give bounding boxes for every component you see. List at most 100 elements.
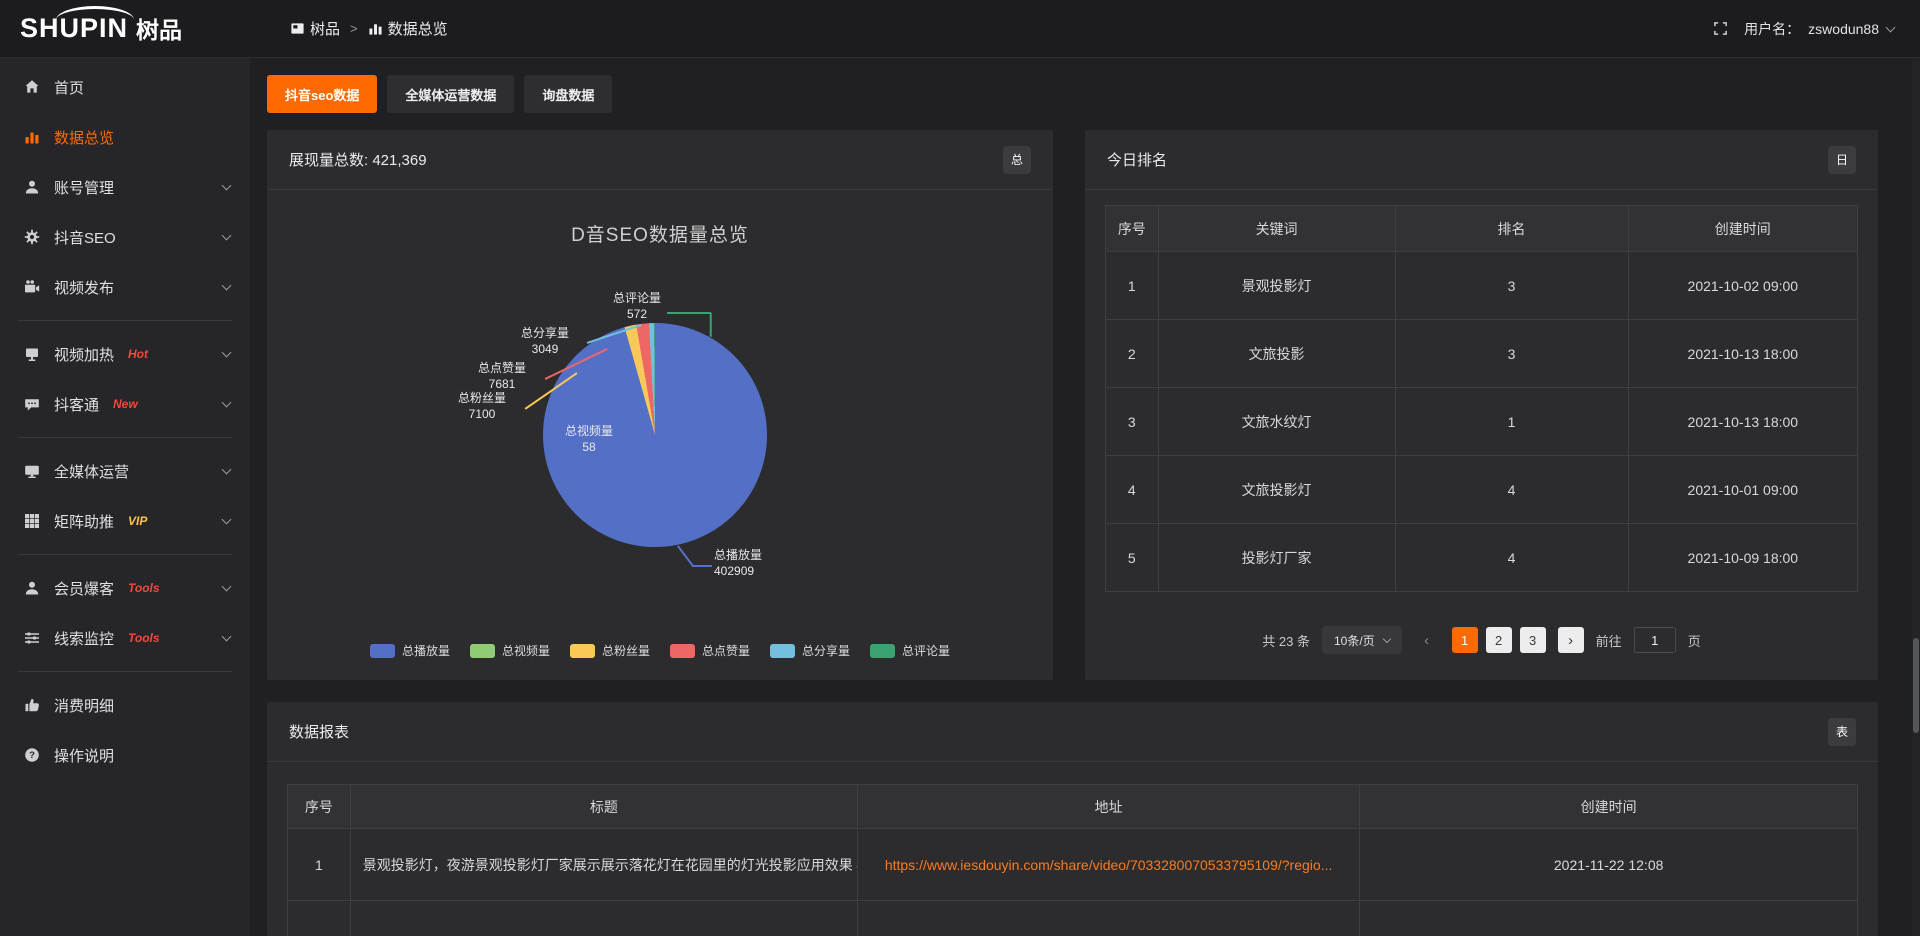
day-badge-button[interactable]: 日	[1828, 146, 1856, 174]
tab-2[interactable]: 询盘数据	[524, 75, 612, 113]
sidebar-item-label: 全媒体运营	[54, 461, 129, 482]
column-header: 关键词	[1158, 206, 1395, 252]
user-menu[interactable]: 用户名： zswodun88	[1744, 19, 1894, 39]
chevron-down-icon	[222, 230, 232, 240]
table-cell: 1	[1106, 252, 1159, 320]
table-cell	[857, 901, 1359, 936]
sidebar-item-home[interactable]: 首页	[0, 62, 250, 112]
home-icon	[24, 79, 40, 95]
legend-label: 总点赞量	[702, 642, 750, 659]
sidebar-divider	[18, 671, 232, 672]
report-table-header: 序号标题地址创建时间	[288, 785, 1858, 829]
sidebar-item-heat[interactable]: 视频加热Hot	[0, 329, 250, 379]
tab-1[interactable]: 全媒体运营数据	[387, 75, 514, 113]
chevron-down-icon	[222, 581, 232, 591]
legend-swatch	[570, 644, 595, 658]
total-badge-button[interactable]: 总	[1003, 146, 1031, 174]
sidebar-item-chart[interactable]: 数据总览	[0, 112, 250, 162]
ranking-table-header: 序号关键词排名创建时间	[1106, 206, 1858, 252]
heat-icon	[24, 346, 40, 362]
video-icon	[24, 279, 40, 295]
sidebar-item-sliders[interactable]: 线索监控Tools	[0, 613, 250, 663]
page-button-3[interactable]: 3	[1520, 627, 1546, 653]
table-cell: 投影灯厂家	[1158, 524, 1395, 592]
legend-item-总播放量[interactable]: 总播放量	[370, 642, 450, 659]
legend-item-总分享量[interactable]: 总分享量	[770, 642, 850, 659]
page-size-select[interactable]: 10条/页	[1322, 626, 1402, 654]
pie-label-line	[677, 545, 693, 566]
pie-label-总点赞量: 总点赞量7681	[442, 360, 562, 392]
goto-label: 前往	[1596, 631, 1622, 650]
data-report-panel: 数据报表 表 序号标题地址创建时间 1景观投影灯，夜游景观投影灯厂家展示展示落花…	[267, 702, 1878, 936]
chart-legend: 总播放量 总视频量 总粉丝量 总点赞量 总分享量 总评论量	[267, 642, 1053, 659]
prev-page-button[interactable]: ‹	[1414, 627, 1440, 653]
chart-panel-header: 展现量总数: 421,369 总	[267, 130, 1053, 190]
sidebar-item-user[interactable]: 账号管理	[0, 162, 250, 212]
sidebar-divider	[18, 554, 232, 555]
chevron-down-icon	[222, 514, 232, 524]
table-cell: 2021-10-01 09:00	[1628, 456, 1857, 524]
column-header: 创建时间	[1628, 206, 1857, 252]
table-cell: 文旅投影灯	[1158, 456, 1395, 524]
scrollbar-thumb[interactable]	[1913, 638, 1919, 733]
legend-item-总视频量[interactable]: 总视频量	[470, 642, 550, 659]
legend-label: 总分享量	[802, 642, 850, 659]
page-button-1[interactable]: 1	[1452, 627, 1478, 653]
sidebar-item-question[interactable]: ? 操作说明	[0, 730, 250, 780]
legend-label: 总视频量	[502, 642, 550, 659]
table-row: 4文旅投影灯42021-10-01 09:00	[1106, 456, 1858, 524]
sidebar-item-label: 矩阵助推	[54, 511, 114, 532]
legend-item-总评论量[interactable]: 总评论量	[870, 642, 950, 659]
sidebar-item-label: 抖客通	[54, 394, 99, 415]
top-header: SHUPIN 树品 树品 > 数据总览 用户名： zswodun88	[0, 0, 1920, 58]
table-badge-button[interactable]: 表	[1828, 718, 1856, 746]
username: zswodun88	[1808, 21, 1879, 37]
logo-text-cn: 树品	[136, 18, 182, 42]
sidebar-item-monitor[interactable]: 全媒体运营	[0, 446, 250, 496]
next-page-button[interactable]: ›	[1558, 627, 1584, 653]
column-header: 序号	[288, 785, 351, 829]
sidebar-item-chat[interactable]: 抖客通New	[0, 379, 250, 429]
sidebar-item-thumb[interactable]: 消费明细	[0, 680, 250, 730]
sidebar-nav: 首页数据总览账号管理抖音SEO 视频发布视频加热Hot抖客通New 全媒体运营矩阵助…	[0, 62, 250, 780]
sidebar-item-grid[interactable]: 矩阵助推VIP	[0, 496, 250, 546]
table-cell: 2021-10-13 18:00	[1628, 320, 1857, 388]
breadcrumb-item-overview[interactable]: 数据总览	[368, 18, 448, 39]
chat-icon	[24, 396, 40, 412]
table-cell: 文旅投影	[1158, 320, 1395, 388]
video-link[interactable]: https://www.iesdouyin.com/share/video/70…	[885, 857, 1333, 873]
chevron-down-icon	[222, 631, 232, 641]
page-button-2[interactable]: 2	[1486, 627, 1512, 653]
sidebar-item-user[interactable]: 会员爆客Tools	[0, 563, 250, 613]
question-icon: ?	[24, 747, 40, 763]
legend-item-总粉丝量[interactable]: 总粉丝量	[570, 642, 650, 659]
user-icon	[24, 179, 40, 195]
table-cell: 2021-10-13 18:00	[1628, 388, 1857, 456]
docgrid-icon	[290, 21, 305, 36]
username-label: 用户名：	[1744, 19, 1800, 39]
sidebar-item-label: 操作说明	[54, 745, 114, 766]
table-row: 1景观投影灯32021-10-02 09:00	[1106, 252, 1858, 320]
chevron-down-icon	[222, 180, 232, 190]
fullscreen-icon[interactable]	[1713, 21, 1728, 36]
sidebar-item-gear[interactable]: 抖音SEO	[0, 212, 250, 262]
column-header: 标题	[350, 785, 857, 829]
legend-label: 总评论量	[902, 642, 950, 659]
chevron-down-icon	[222, 464, 232, 474]
table-cell: 2021-11-22 12:08	[1360, 829, 1858, 901]
data-tabs: 抖音seo数据全媒体运营数据询盘数据	[267, 75, 612, 113]
tab-0[interactable]: 抖音seo数据	[267, 75, 377, 113]
sidebar-item-label: 视频发布	[54, 277, 114, 298]
table-cell: 4	[1395, 524, 1628, 592]
pie-label-总视频量: 总视频量58	[529, 423, 649, 455]
report-table: 序号标题地址创建时间 1景观投影灯，夜游景观投影灯厂家展示展示落花灯在花园里的灯…	[287, 784, 1858, 936]
sidebar-item-label: 消费明细	[54, 695, 114, 716]
sidebar-item-video[interactable]: 视频发布	[0, 262, 250, 312]
table-cell	[350, 901, 857, 936]
scrollbar[interactable]	[1912, 58, 1920, 936]
breadcrumb-item-home[interactable]: 树品	[290, 18, 340, 39]
legend-swatch	[670, 644, 695, 658]
goto-page-input[interactable]	[1634, 627, 1676, 653]
legend-item-总点赞量[interactable]: 总点赞量	[670, 642, 750, 659]
breadcrumb: 树品 > 数据总览	[290, 18, 448, 39]
